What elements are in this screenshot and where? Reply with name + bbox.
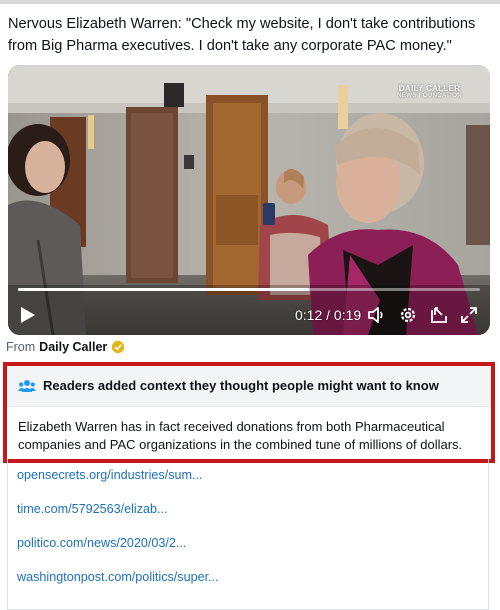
- video-duration: 0:19: [333, 307, 362, 323]
- source-link-time[interactable]: time.com/5792563/elizab...: [17, 502, 168, 516]
- note-source-links: opensecrets.org/industries/sum... time.c…: [7, 459, 489, 610]
- community-note-title: Readers added context they thought peopl…: [43, 378, 439, 393]
- volume-icon[interactable]: [366, 305, 386, 325]
- community-note-header: Readers added context they thought peopl…: [7, 366, 491, 407]
- verified-gold-badge-icon: [112, 340, 125, 354]
- video-progress-bar[interactable]: [18, 288, 480, 291]
- source-link-washingtonpost[interactable]: washingtonpost.com/politics/super...: [17, 570, 219, 584]
- cropped-header-strip: [0, 0, 500, 4]
- video-timestamp: 0:12 / 0:19: [295, 307, 361, 323]
- source-name-link[interactable]: Daily Caller: [39, 340, 107, 354]
- fullscreen-icon[interactable]: [459, 305, 479, 325]
- source-attribution: From Daily Caller: [6, 340, 125, 354]
- watermark-brand: DAILY CALLER: [398, 84, 461, 93]
- source-prefix: From: [6, 340, 36, 354]
- time-separator: /: [326, 307, 334, 323]
- watermark-sub: NEWS FOUNDATION: [397, 93, 462, 99]
- video-controls: 0:12 / 0:19: [8, 295, 490, 335]
- play-icon[interactable]: [20, 306, 36, 324]
- people-group-icon: [18, 380, 36, 392]
- community-note-body: Elizabeth Warren has in fact received do…: [18, 419, 463, 452]
- video-progress-fill: [18, 288, 310, 291]
- pip-icon[interactable]: [429, 305, 449, 325]
- current-time: 0:12: [295, 307, 323, 323]
- post-text: Nervous Elizabeth Warren: "Check my webs…: [8, 16, 476, 54]
- community-note-highlighted: Readers added context they thought peopl…: [3, 362, 495, 463]
- settings-icon[interactable]: [398, 305, 418, 325]
- source-link-politico[interactable]: politico.com/news/2020/03/2...: [17, 536, 186, 550]
- source-link-opensecrets[interactable]: opensecrets.org/industries/sum...: [17, 468, 203, 482]
- daily-caller-watermark: DAILY CALLER NEWS FOUNDATION: [397, 84, 462, 99]
- video-player[interactable]: DAILY CALLER NEWS FOUNDATION 0:12 / 0:19: [8, 65, 490, 335]
